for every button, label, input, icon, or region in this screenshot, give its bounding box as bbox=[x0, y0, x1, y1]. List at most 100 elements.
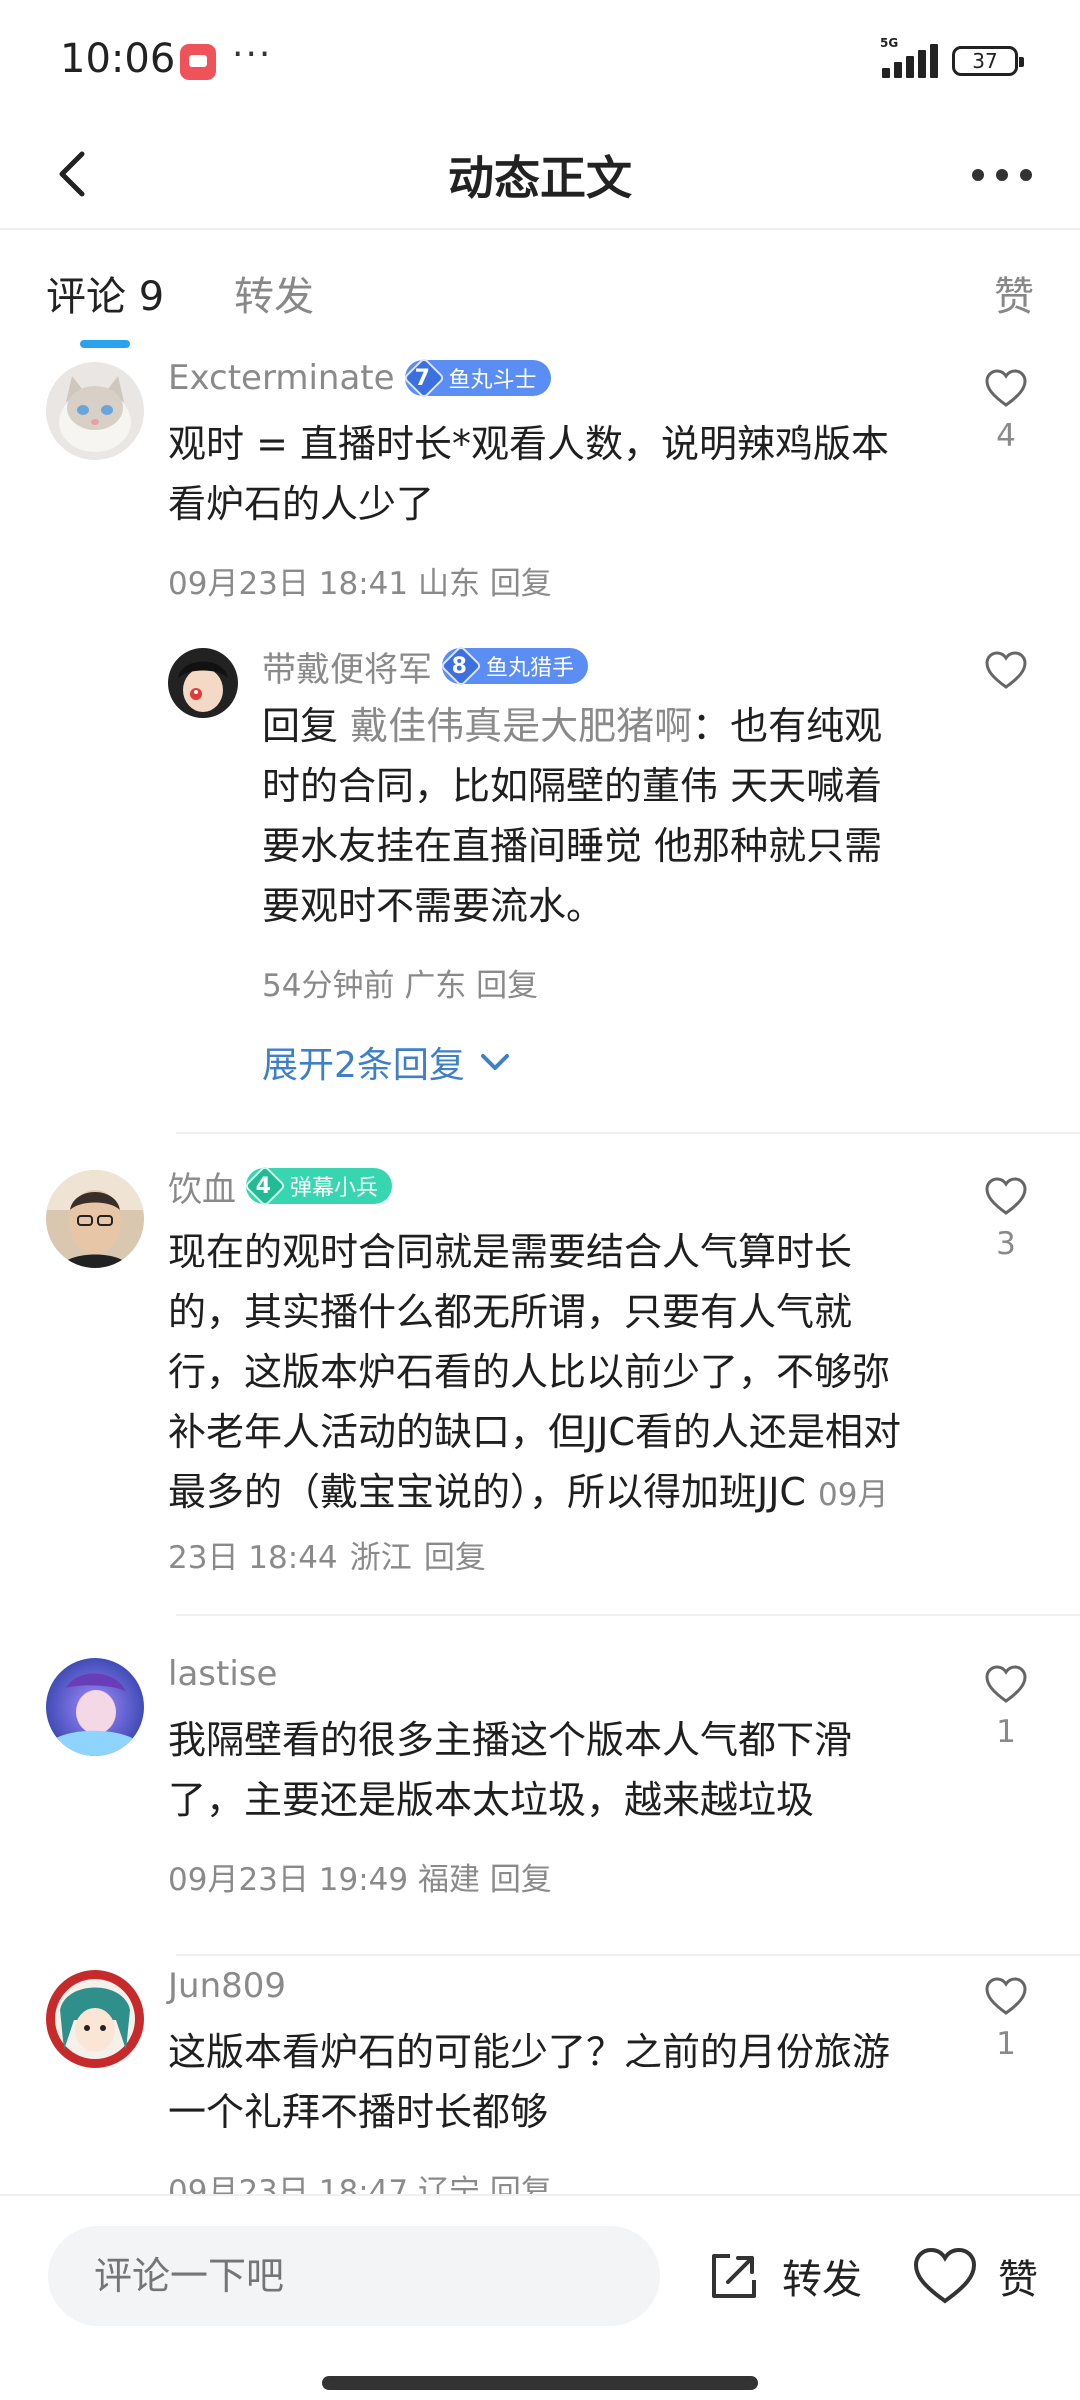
username[interactable]: lastise bbox=[168, 1654, 277, 1694]
reply-button[interactable]: 回复 bbox=[476, 968, 538, 1004]
heart-icon[interactable] bbox=[984, 650, 1028, 690]
comment-date: 09月23日 18:47 bbox=[168, 2174, 409, 2194]
like-control[interactable]: 1 bbox=[976, 1976, 1036, 2062]
like-control[interactable]: 4 bbox=[976, 368, 1036, 454]
tab-forwards[interactable]: 转发 bbox=[234, 264, 314, 322]
avatar[interactable] bbox=[46, 1658, 144, 1756]
comment-text[interactable]: 现在的观时合同就是需要结合人气算时长的，其实播什么都无所谓，只要有人气就行，这版… bbox=[168, 1222, 908, 1588]
comment-meta: 09月23日 18:41 山东 回复 bbox=[168, 558, 552, 603]
reply-prefix: 回复 bbox=[262, 704, 339, 748]
like-control[interactable]: 1 bbox=[976, 1664, 1036, 1750]
status-bar: 10:06 ··· 5G 37 bbox=[0, 0, 1080, 120]
reply-button[interactable]: 回复 bbox=[490, 1862, 552, 1898]
comment-header: Excterminate 7 鱼丸斗士 bbox=[168, 356, 551, 400]
heart-icon[interactable] bbox=[984, 1976, 1028, 2016]
heart-icon[interactable] bbox=[984, 368, 1028, 408]
avatar[interactable] bbox=[46, 1170, 144, 1268]
fan-badge: 4 弹幕小兵 bbox=[243, 1164, 393, 1208]
reply-meta: 54分钟前 广东 回复 bbox=[262, 960, 538, 1005]
share-button[interactable]: 转发 bbox=[706, 2238, 862, 2314]
top-nav-bar: 动态正文 bbox=[0, 120, 1080, 230]
comment-date: 09月23日 19:49 bbox=[168, 1862, 409, 1898]
like-control[interactable]: 3 bbox=[976, 1176, 1036, 1262]
page-title: 动态正文 bbox=[448, 151, 632, 205]
network-type: 5G bbox=[880, 36, 899, 50]
username[interactable]: Jun809 bbox=[168, 1966, 286, 2006]
divider bbox=[176, 1954, 1080, 1956]
reply-button[interactable]: 回复 bbox=[490, 566, 552, 602]
comment-text[interactable]: 我隔壁看的很多主播这个版本人气都下滑了，主要还是版本太垃圾，越来越垃圾 bbox=[168, 1710, 908, 1830]
heart-icon[interactable] bbox=[984, 1664, 1028, 1704]
home-indicator[interactable] bbox=[322, 2376, 758, 2390]
divider bbox=[176, 1132, 1080, 1134]
comment-item: Excterminate 7 鱼丸斗士 观时 = 直播时长*观看人数，说明辣鸡版… bbox=[0, 352, 1080, 1134]
comment-body: 现在的观时合同就是需要结合人气算时长的，其实播什么都无所谓，只要有人气就行，这版… bbox=[168, 1230, 901, 1514]
battery-level: 37 bbox=[972, 49, 998, 73]
badge-level-icon: 7 bbox=[402, 356, 445, 400]
comment-input[interactable] bbox=[48, 2226, 660, 2326]
reply-username[interactable]: 带戴便将军 bbox=[262, 642, 432, 691]
expand-replies-button[interactable]: 展开2条回复 bbox=[262, 1036, 511, 1088]
share-label: 转发 bbox=[782, 2257, 862, 2303]
heart-icon bbox=[913, 2247, 977, 2304]
avatar[interactable] bbox=[46, 362, 144, 460]
comment-item: 饮血 4 弹幕小兵 现在的观时合同就是需要结合人气算时长的，其实播什么都无所谓，… bbox=[0, 1160, 1080, 1616]
like-count: 1 bbox=[996, 1714, 1016, 1750]
badge-name: 弹幕小兵 bbox=[290, 1176, 379, 1201]
comment-location: 福建 bbox=[417, 1862, 480, 1898]
comment-location: 浙江 bbox=[349, 1540, 412, 1576]
reply-text[interactable]: 回复 戴佳伟真是大肥猪啊：也有纯观时的合同，比如隔壁的董伟 天天喊着要水友挂在直… bbox=[262, 696, 892, 936]
reply-date: 54分钟前 bbox=[262, 968, 395, 1004]
expand-replies-label: 展开2条回复 bbox=[262, 1045, 465, 1086]
status-more-icon: ··· bbox=[232, 34, 273, 75]
comment-text[interactable]: 观时 = 直播时长*观看人数，说明辣鸡版本看炉石的人少了 bbox=[168, 414, 908, 534]
comment-meta: 09月23日 18:47 辽宁 回复 bbox=[168, 2166, 552, 2194]
like-post-button[interactable]: 赞 bbox=[912, 2238, 1038, 2314]
tab-likes[interactable]: 赞 bbox=[994, 264, 1034, 322]
reply-to-username[interactable]: 戴佳伟真是大肥猪啊 bbox=[350, 704, 692, 748]
app-notification-icon bbox=[180, 44, 216, 80]
comment-header: 饮血 4 弹幕小兵 bbox=[168, 1164, 393, 1210]
avatar[interactable] bbox=[46, 1970, 144, 2068]
bottom-action-bar: 转发 赞 bbox=[0, 2194, 1080, 2400]
reply-header: 带戴便将军 8 鱼丸猎手 bbox=[262, 644, 589, 690]
like-count: 3 bbox=[996, 1226, 1016, 1262]
badge-name: 鱼丸猎手 bbox=[486, 656, 575, 681]
comment-meta: 09月23日 19:49 福建 回复 bbox=[168, 1854, 552, 1899]
username[interactable]: Excterminate bbox=[168, 358, 395, 398]
like-count: 1 bbox=[996, 2026, 1016, 2062]
fan-badge: 8 鱼丸猎手 bbox=[439, 644, 589, 688]
comment-header: lastise bbox=[168, 1654, 277, 1694]
comment-item: lastise 我隔壁看的很多主播这个版本人气都下滑了，主要还是版本太垃圾，越来… bbox=[0, 1648, 1080, 1956]
comment-list[interactable]: Excterminate 7 鱼丸斗士 观时 = 直播时长*观看人数，说明辣鸡版… bbox=[0, 352, 1080, 2194]
comment-header: Jun809 bbox=[168, 1966, 286, 2006]
tab-bar: 评论 9 转发 赞 bbox=[0, 232, 1080, 352]
comment-item: Jun809 这版本看炉石的可能少了？之前的月份旅游一个礼拜不播时长都够 09月… bbox=[0, 1960, 1080, 2194]
chevron-down-icon bbox=[480, 1054, 509, 1070]
like-label: 赞 bbox=[998, 2257, 1038, 2303]
battery-icon: 37 bbox=[952, 46, 1024, 76]
badge-level-icon: 8 bbox=[439, 644, 483, 688]
heart-icon[interactable] bbox=[984, 1176, 1028, 1216]
fan-badge: 7 鱼丸斗士 bbox=[402, 356, 551, 400]
reply-button[interactable]: 回复 bbox=[424, 1540, 486, 1576]
reply-avatar[interactable] bbox=[168, 648, 238, 718]
divider bbox=[176, 1614, 1080, 1616]
comment-location: 辽宁 bbox=[417, 2174, 480, 2194]
username[interactable]: 饮血 bbox=[168, 1162, 236, 1211]
comment-text[interactable]: 这版本看炉石的可能少了？之前的月份旅游一个礼拜不播时长都够 bbox=[168, 2022, 908, 2142]
reply-button[interactable]: 回复 bbox=[490, 2174, 552, 2194]
status-time: 10:06 bbox=[60, 36, 176, 82]
badge-level-icon: 4 bbox=[243, 1164, 287, 1208]
more-options-icon[interactable] bbox=[972, 166, 1036, 186]
badge-name: 鱼丸斗士 bbox=[448, 368, 537, 393]
share-icon bbox=[712, 2254, 756, 2298]
comment-location: 山东 bbox=[417, 566, 480, 602]
comment-date: 09月23日 18:41 bbox=[168, 566, 409, 602]
active-tab-indicator bbox=[80, 340, 130, 348]
tab-comments[interactable]: 评论 9 bbox=[46, 264, 164, 322]
reply-location: 广东 bbox=[404, 968, 467, 1004]
reply-like-control[interactable] bbox=[976, 650, 1036, 690]
signal-icon: 5G bbox=[880, 36, 940, 78]
like-count: 4 bbox=[996, 418, 1016, 454]
